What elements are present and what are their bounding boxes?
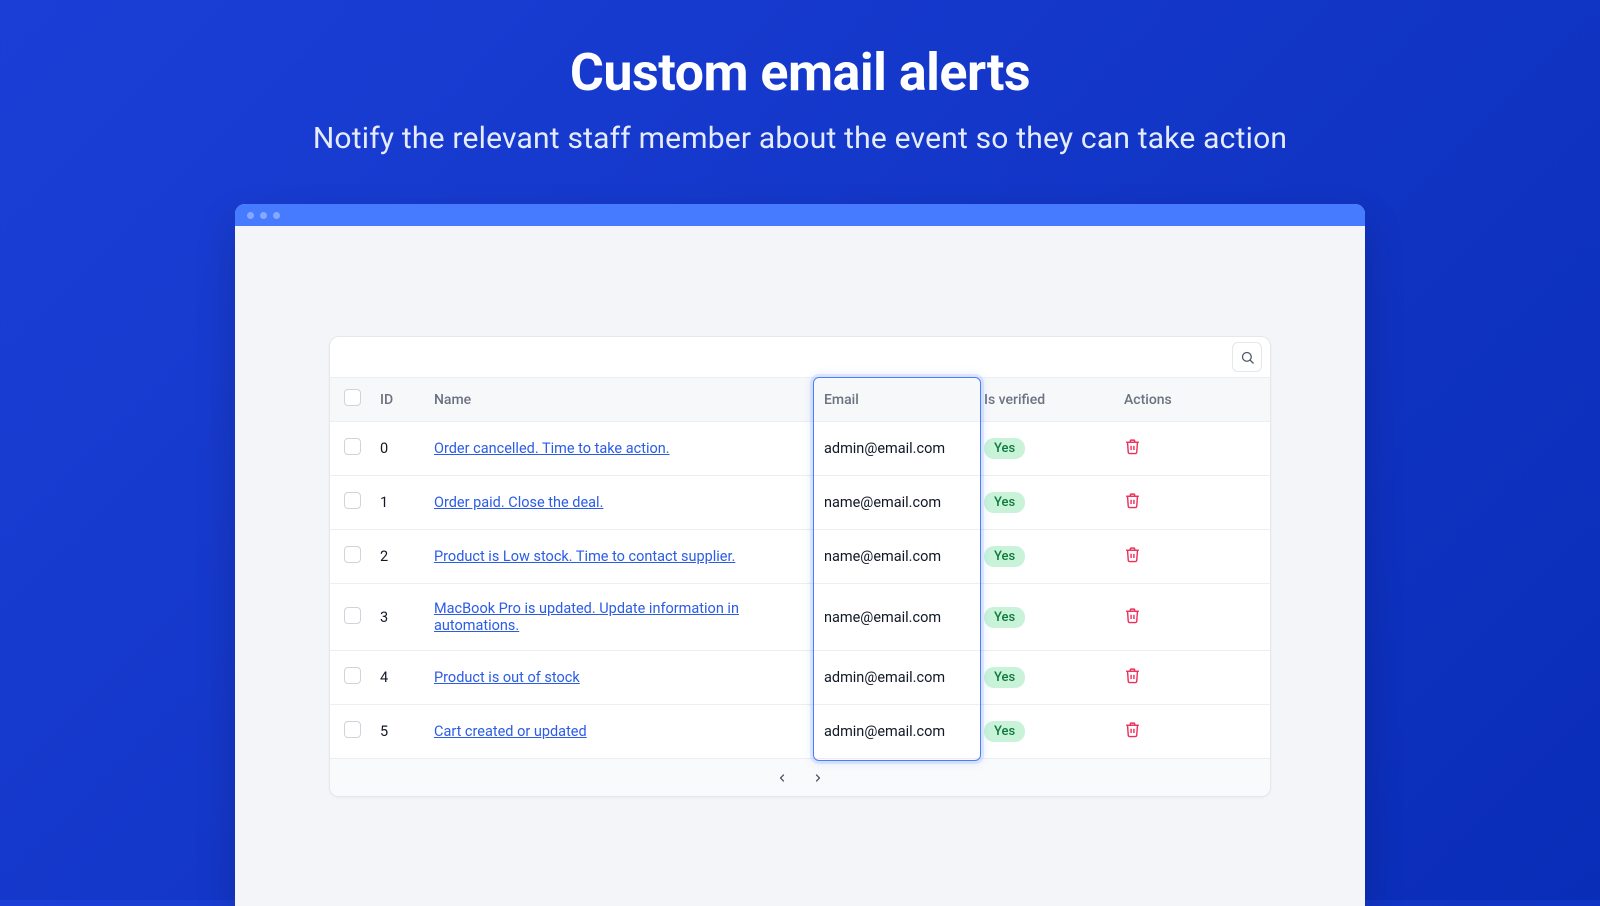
verified-badge: Yes xyxy=(984,721,1025,742)
row-id: 1 xyxy=(372,476,426,530)
delete-button[interactable] xyxy=(1124,721,1141,738)
delete-button[interactable] xyxy=(1124,438,1141,455)
table-row: 2 Product is Low stock. Time to contact s… xyxy=(330,530,1270,584)
verified-badge: Yes xyxy=(984,438,1025,459)
delete-button[interactable] xyxy=(1124,546,1141,563)
column-header-id[interactable]: ID xyxy=(372,378,426,422)
table-row: 0 Order cancelled. Time to take action. ad… xyxy=(330,422,1270,476)
prev-page-button[interactable] xyxy=(771,767,793,789)
trash-icon xyxy=(1124,721,1141,738)
alert-name-link[interactable]: MacBook Pro is updated. Update informati… xyxy=(434,600,739,634)
delete-button[interactable] xyxy=(1124,492,1141,509)
row-id: 3 xyxy=(372,584,426,651)
search-icon xyxy=(1240,350,1255,365)
chevron-left-icon xyxy=(776,772,788,784)
delete-button[interactable] xyxy=(1124,667,1141,684)
window-titlebar xyxy=(235,204,1365,226)
trash-icon xyxy=(1124,492,1141,509)
alerts-table: ID Name Email Is verified Actions 0 Order… xyxy=(330,377,1270,758)
trash-icon xyxy=(1124,438,1141,455)
column-header-name[interactable]: Name xyxy=(426,378,816,422)
alert-name-link[interactable]: Cart created or updated xyxy=(434,723,587,740)
alert-name-link[interactable]: Order cancelled. Time to take action. xyxy=(434,440,670,457)
column-header-actions: Actions xyxy=(1116,378,1270,422)
select-all-checkbox[interactable] xyxy=(344,389,361,406)
table-row: 5 Cart created or updated admin@email.com Y… xyxy=(330,705,1270,759)
alert-name-link[interactable]: Product is Low stock. Time to contact su… xyxy=(434,548,735,565)
row-email: name@email.com xyxy=(816,530,976,584)
window-control-dot xyxy=(247,212,254,219)
trash-icon xyxy=(1124,546,1141,563)
page-title: Custom email alerts xyxy=(0,42,1600,103)
row-email: admin@email.com xyxy=(816,651,976,705)
row-email: admin@email.com xyxy=(816,422,976,476)
row-checkbox[interactable] xyxy=(344,546,361,563)
alerts-card: ID Name Email Is verified Actions 0 Order… xyxy=(329,336,1271,797)
trash-icon xyxy=(1124,667,1141,684)
table-row: 4 Product is out of stock admin@email.com Y… xyxy=(330,651,1270,705)
column-header-verified[interactable]: Is verified xyxy=(976,378,1116,422)
page-subtitle: Notify the relevant staff member about t… xyxy=(0,121,1600,156)
row-id: 2 xyxy=(372,530,426,584)
row-id: 5 xyxy=(372,705,426,759)
table-footer xyxy=(330,758,1270,796)
table-row: 1 Order paid. Close the deal. name@email.c… xyxy=(330,476,1270,530)
row-checkbox[interactable] xyxy=(344,667,361,684)
verified-badge: Yes xyxy=(984,546,1025,567)
alert-name-link[interactable]: Product is out of stock xyxy=(434,669,580,686)
row-email: name@email.com xyxy=(816,476,976,530)
row-checkbox[interactable] xyxy=(344,492,361,509)
next-page-button[interactable] xyxy=(807,767,829,789)
column-header-email[interactable]: Email xyxy=(816,378,976,422)
table-row: 3MacBook Pro is updated. Update informat… xyxy=(330,584,1270,651)
verified-badge: Yes xyxy=(984,607,1025,628)
app-window: ID Name Email Is verified Actions 0 Order… xyxy=(235,204,1365,906)
row-id: 0 xyxy=(372,422,426,476)
window-control-dot xyxy=(273,212,280,219)
row-email: admin@email.com xyxy=(816,705,976,759)
verified-badge: Yes xyxy=(984,667,1025,688)
row-email: name@email.com xyxy=(816,584,976,651)
delete-button[interactable] xyxy=(1124,607,1141,624)
chevron-right-icon xyxy=(812,772,824,784)
row-checkbox[interactable] xyxy=(344,438,361,455)
window-control-dot xyxy=(260,212,267,219)
row-checkbox[interactable] xyxy=(344,607,361,624)
row-id: 4 xyxy=(372,651,426,705)
row-checkbox[interactable] xyxy=(344,721,361,738)
verified-badge: Yes xyxy=(984,492,1025,513)
search-button[interactable] xyxy=(1232,342,1262,372)
alert-name-link[interactable]: Order paid. Close the deal. xyxy=(434,494,603,511)
trash-icon xyxy=(1124,607,1141,624)
